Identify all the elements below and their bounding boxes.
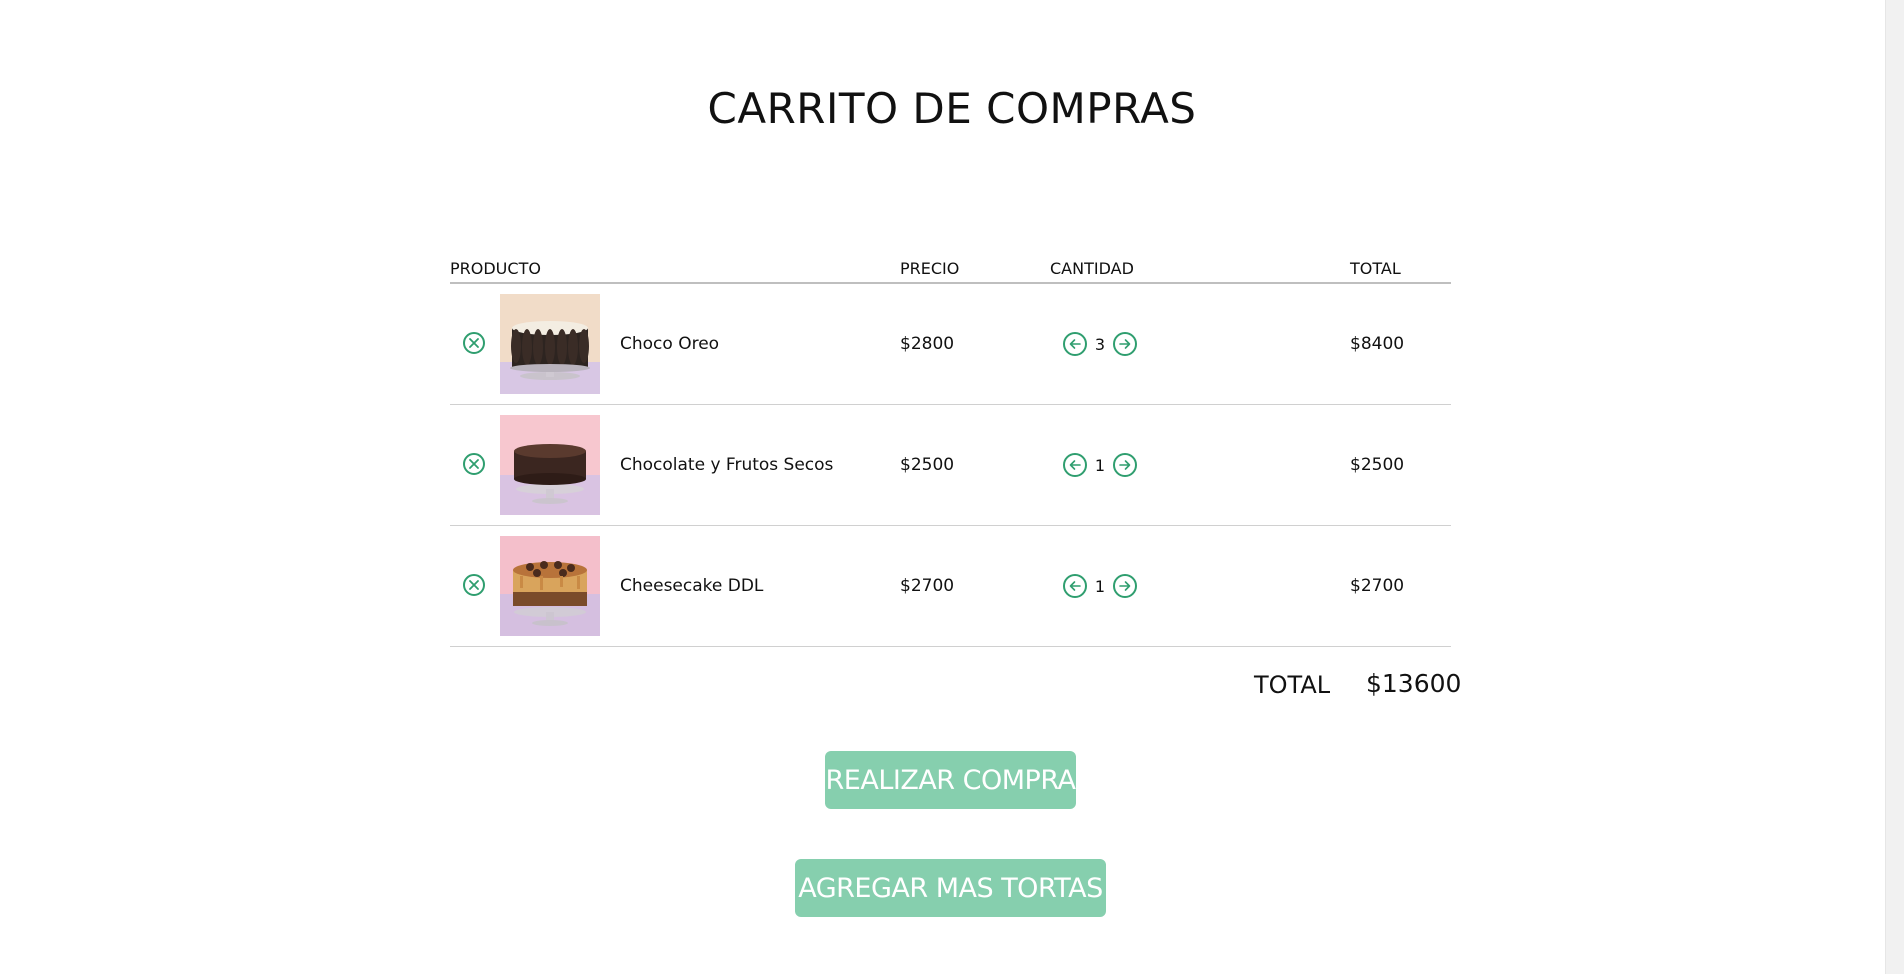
increase-quantity-button[interactable] xyxy=(1113,574,1137,598)
arrow-left-icon xyxy=(1069,460,1081,470)
quantity-stepper: 1 xyxy=(1063,453,1137,477)
quantity-value: 1 xyxy=(1094,455,1106,475)
arrow-right-icon xyxy=(1119,581,1131,591)
remove-item-button[interactable] xyxy=(463,574,485,596)
increase-quantity-button[interactable] xyxy=(1113,332,1137,356)
header-quantity: CANTIDAD xyxy=(1050,259,1134,278)
product-price: $2800 xyxy=(900,334,955,354)
product-name: Cheesecake DDL xyxy=(620,576,764,596)
increase-quantity-button[interactable] xyxy=(1113,453,1137,477)
product-image xyxy=(500,415,600,515)
decrease-quantity-button[interactable] xyxy=(1063,332,1087,356)
product-name: Chocolate y Frutos Secos xyxy=(620,455,834,475)
quantity-stepper: 3 xyxy=(1063,332,1137,356)
line-total: $8400 xyxy=(1350,334,1405,354)
product-image xyxy=(500,294,600,394)
checkout-button[interactable]: REALIZAR COMPRA xyxy=(825,751,1076,809)
add-more-cakes-button[interactable]: AGREGAR MAS TORTAS xyxy=(795,859,1106,917)
header-price: PRECIO xyxy=(900,259,960,278)
quantity-stepper: 1 xyxy=(1063,574,1137,598)
page-scrollbar[interactable] xyxy=(1885,0,1904,974)
arrow-right-icon xyxy=(1119,339,1131,349)
quantity-value: 3 xyxy=(1094,334,1106,354)
cart-table-header: PRODUCTO PRECIO CANTIDAD TOTAL xyxy=(450,256,1451,284)
close-icon xyxy=(469,580,479,590)
quantity-value: 1 xyxy=(1094,576,1106,596)
cart-row: Cheesecake DDL $2700 1 $2700 xyxy=(450,526,1451,647)
product-image xyxy=(500,536,600,636)
cart-table: PRODUCTO PRECIO CANTIDAD TOTAL Choco Ore… xyxy=(450,256,1461,707)
line-total: $2500 xyxy=(1350,455,1405,475)
cart-row: Choco Oreo $2800 3 $8400 xyxy=(450,284,1451,405)
page-title: CARRITO DE COMPRAS xyxy=(707,84,1197,133)
arrow-right-icon xyxy=(1119,460,1131,470)
decrease-quantity-button[interactable] xyxy=(1063,453,1087,477)
product-price: $2700 xyxy=(900,576,955,596)
cart-summary: TOTAL $13600 xyxy=(450,647,1461,707)
arrow-left-icon xyxy=(1069,581,1081,591)
product-price: $2500 xyxy=(900,455,955,475)
arrow-left-icon xyxy=(1069,339,1081,349)
grand-total-value: $13600 xyxy=(1366,669,1462,698)
remove-item-button[interactable] xyxy=(463,453,485,475)
decrease-quantity-button[interactable] xyxy=(1063,574,1087,598)
header-product: PRODUCTO xyxy=(450,259,541,278)
line-total: $2700 xyxy=(1350,576,1405,596)
header-total: TOTAL xyxy=(1350,259,1401,278)
product-name: Choco Oreo xyxy=(620,334,720,354)
close-icon xyxy=(469,338,479,348)
cart-row: Chocolate y Frutos Secos $2500 1 $2500 xyxy=(450,405,1451,526)
remove-item-button[interactable] xyxy=(463,332,485,354)
grand-total-label: TOTAL xyxy=(1254,671,1331,699)
close-icon xyxy=(469,459,479,469)
